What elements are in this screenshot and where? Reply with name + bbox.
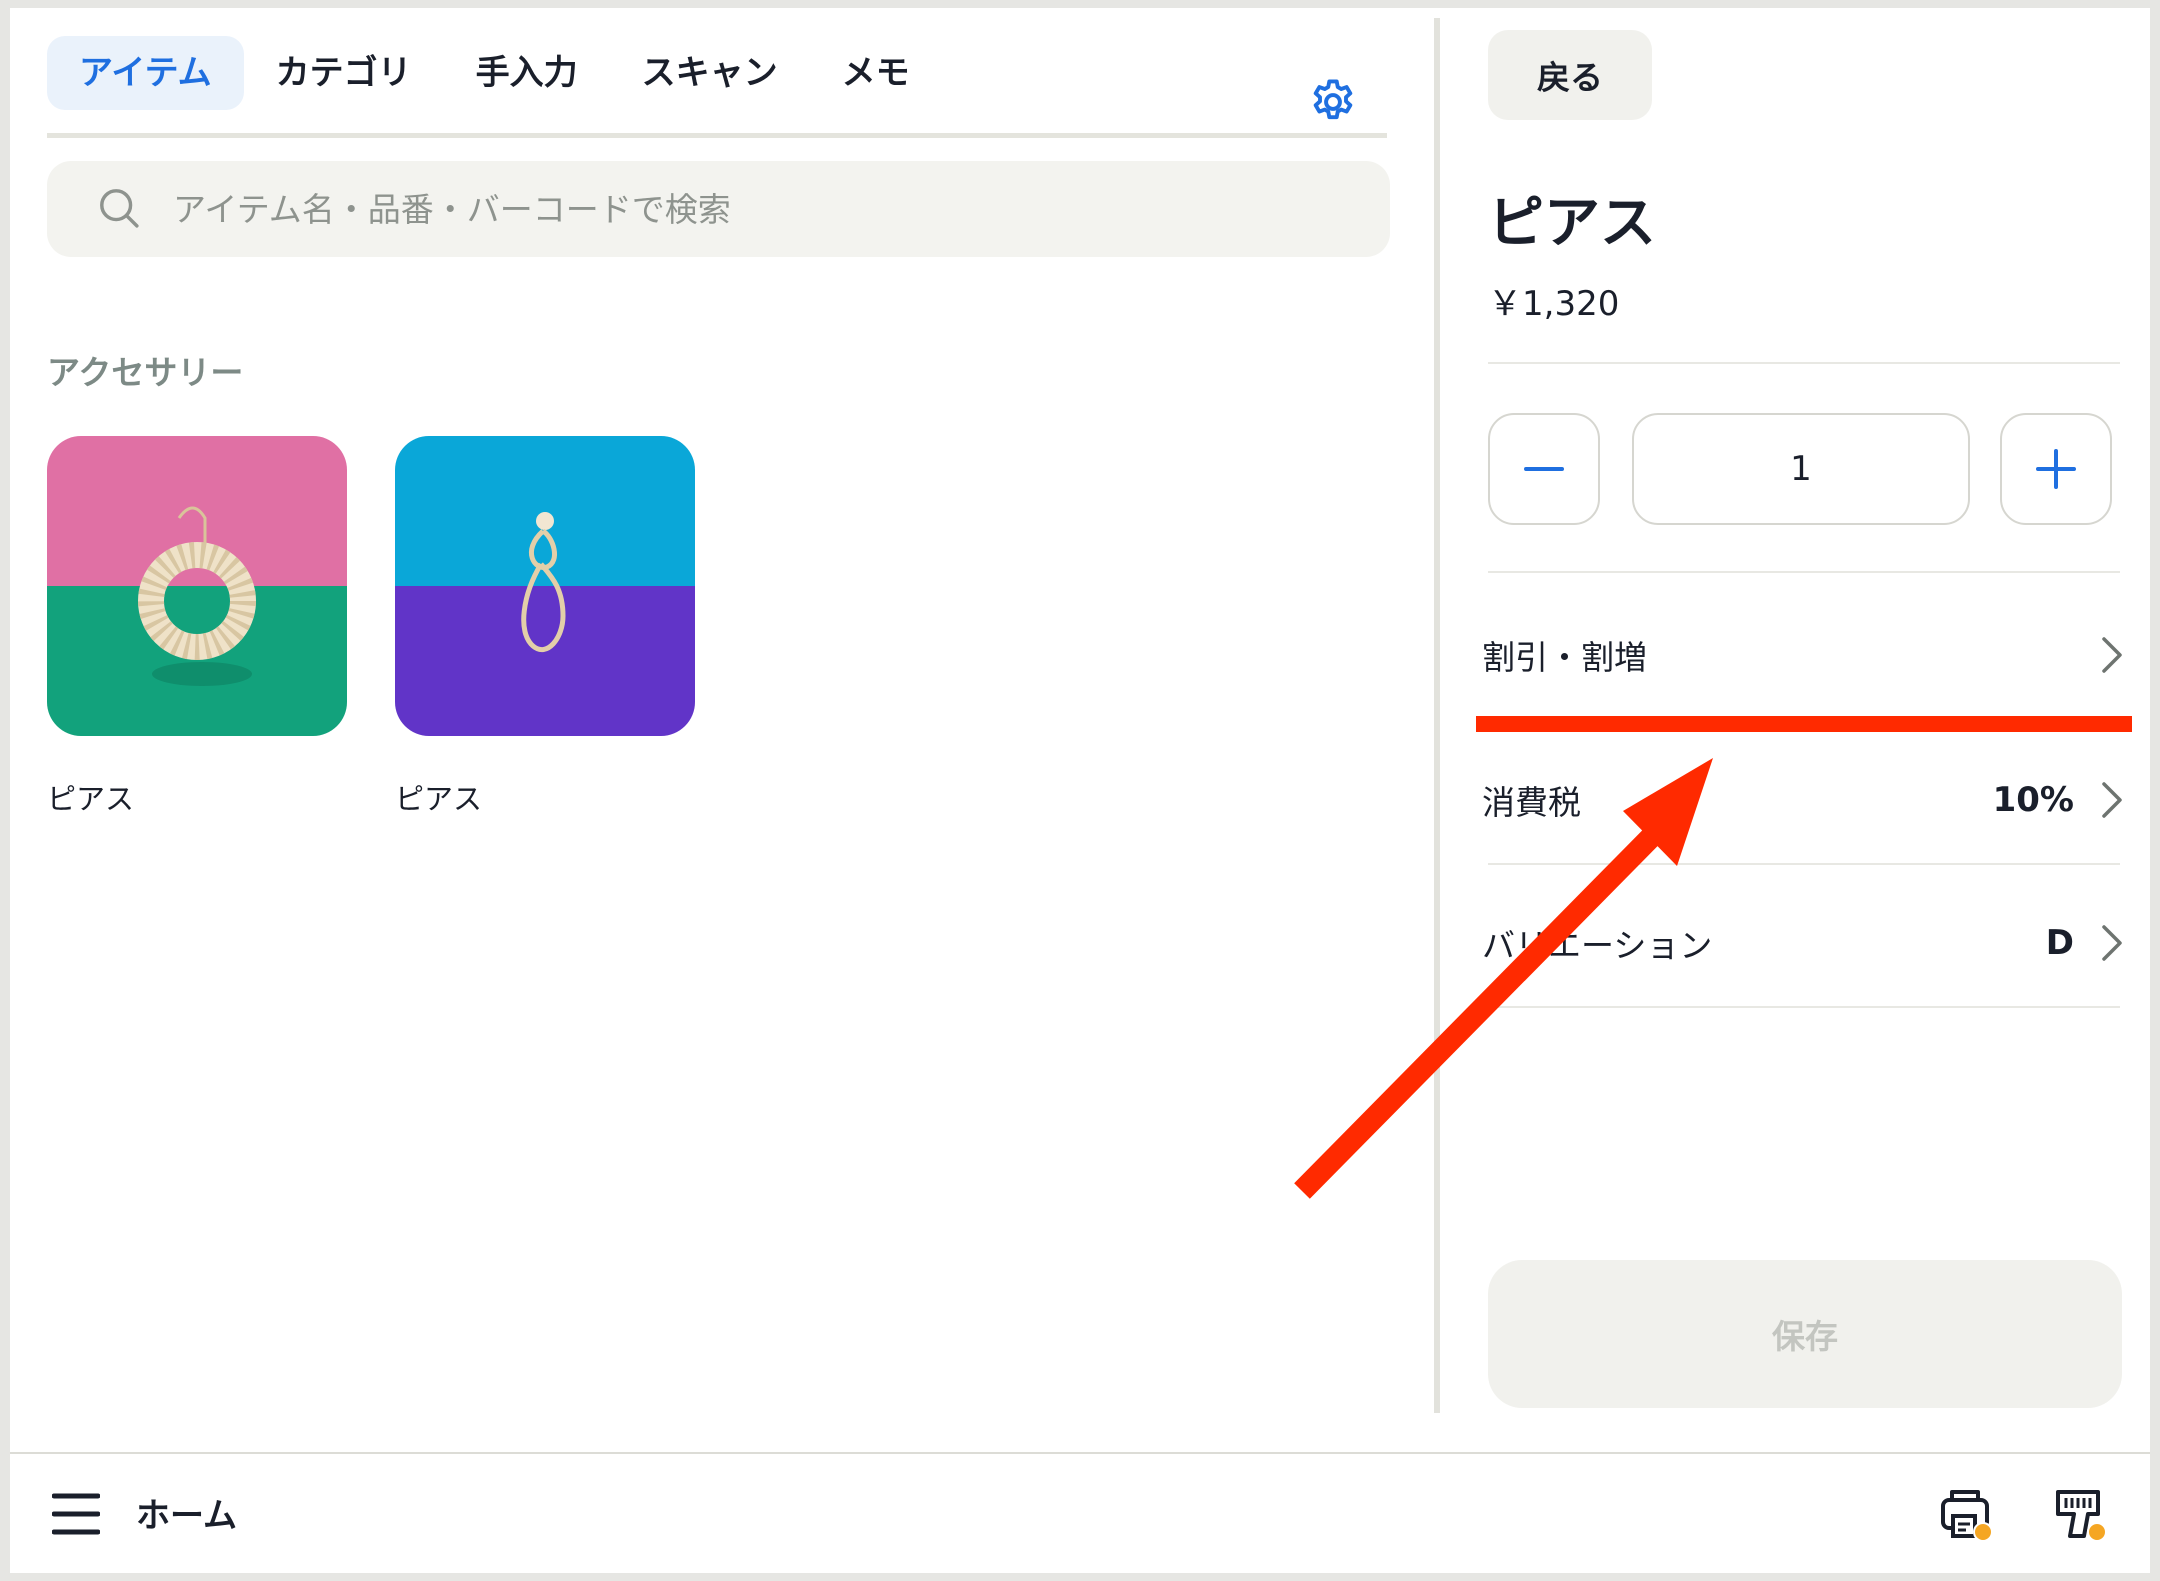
tab-categories[interactable]: カテゴリ <box>244 36 444 110</box>
tab-items[interactable]: アイテム <box>47 36 244 110</box>
item-thumbnail <box>395 436 695 736</box>
divider <box>1488 571 2120 573</box>
category-title: アクセサリー <box>47 353 244 392</box>
gear-icon[interactable] <box>1307 76 1359 128</box>
item-name: ピアス <box>395 782 483 816</box>
save-button[interactable]: 保存 <box>1488 1260 2122 1408</box>
tax-row[interactable]: 消費税 10% <box>1482 745 2126 855</box>
home-label: ホーム <box>136 1496 237 1536</box>
item-thumbnail <box>47 436 347 736</box>
plus-icon <box>2036 449 2076 489</box>
discount-label: 割引・割増 <box>1482 638 1647 677</box>
drop-earring-image <box>521 512 566 653</box>
bottom-bar: ホーム <box>10 1452 2150 1573</box>
tax-value: 10% <box>1992 780 2074 820</box>
divider <box>1488 863 2120 865</box>
tab-bar: アイテム カテゴリ 手入力 スキャン メモ <box>47 36 1387 138</box>
barcode-scanner-icon[interactable] <box>2052 1486 2108 1542</box>
search-bar[interactable] <box>47 161 1390 257</box>
app-frame: アイテム カテゴリ 手入力 スキャン メモ アクセサリー ピ <box>10 8 2150 1573</box>
item-price: ￥1,320 <box>1488 284 1620 324</box>
search-input[interactable] <box>173 189 1273 229</box>
divider <box>1488 1006 2120 1008</box>
chevron-right-icon <box>2102 782 2122 818</box>
increment-button[interactable] <box>2000 413 2112 525</box>
tab-scan[interactable]: スキャン <box>610 36 810 110</box>
tax-label: 消費税 <box>1482 783 1581 822</box>
tab-manual-input[interactable]: 手入力 <box>444 36 610 110</box>
minus-icon <box>1524 467 1564 471</box>
back-button[interactable]: 戻る <box>1488 30 1652 120</box>
discount-row[interactable]: 割引・割増 <box>1482 600 2126 710</box>
quantity-input[interactable] <box>1632 413 1970 525</box>
chevron-right-icon <box>2102 925 2122 961</box>
search-icon <box>100 189 139 228</box>
hoop-earring-image <box>138 506 256 686</box>
item-title: ピアス <box>1488 191 1656 256</box>
variation-row[interactable]: バリエーション D <box>1482 888 2126 998</box>
variation-label: バリエーション <box>1482 926 1713 965</box>
item-card[interactable]: ピアス <box>47 436 347 818</box>
item-name: ピアス <box>47 782 135 816</box>
divider <box>1488 362 2120 364</box>
decrement-button[interactable] <box>1488 413 1600 525</box>
item-card[interactable]: ピアス <box>395 436 695 818</box>
tab-memo[interactable]: メモ <box>810 36 942 110</box>
receipt-printer-icon[interactable] <box>1938 1486 1994 1542</box>
panel-divider <box>1434 18 1440 1413</box>
chevron-right-icon <box>2102 637 2122 673</box>
variation-value: D <box>2045 923 2074 963</box>
hamburger-menu-icon[interactable] <box>52 1492 100 1536</box>
annotation-underline <box>1476 716 2132 732</box>
